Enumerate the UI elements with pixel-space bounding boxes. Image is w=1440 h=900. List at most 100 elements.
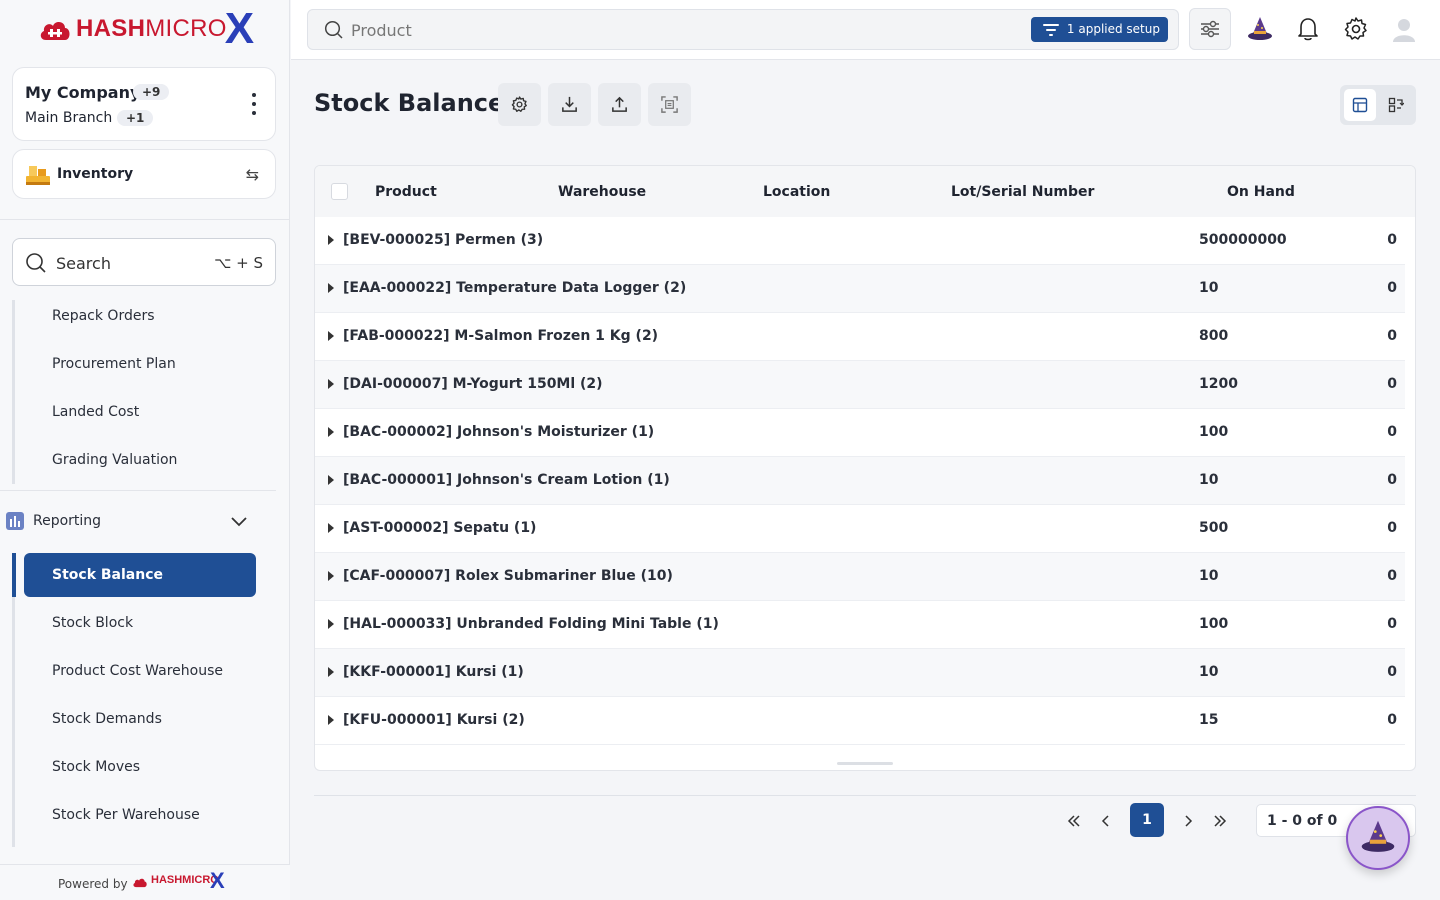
expand-caret-icon[interactable] — [328, 427, 334, 437]
company-switcher[interactable]: My Company +9 Main Branch +1 — [12, 67, 276, 141]
next-page-button[interactable] — [1176, 805, 1200, 837]
product-search-input[interactable] — [351, 19, 951, 41]
menu-item-stock-balance[interactable]: Stock Balance — [24, 553, 256, 597]
pivot-view-button[interactable] — [1380, 89, 1412, 121]
product-name-cell: [EAA-000022] Temperature Data Logger (2) — [343, 280, 687, 296]
upload-button[interactable] — [598, 83, 641, 126]
view-toggle — [1340, 85, 1416, 125]
select-all-checkbox[interactable] — [331, 183, 348, 200]
search-icon — [26, 253, 46, 273]
page-number-button[interactable]: 1 — [1130, 803, 1164, 837]
assistant-button[interactable] — [1346, 806, 1410, 870]
hashmicro-logo[interactable]: HASHMICRO X — [38, 7, 254, 51]
table-view-button[interactable] — [1344, 89, 1376, 121]
filter-settings-button[interactable] — [1189, 8, 1231, 50]
menu-section-reporting[interactable]: Reporting — [4, 508, 260, 536]
product-search[interactable]: 1 applied setup — [307, 9, 1179, 50]
column-header-location[interactable]: Location — [763, 184, 830, 200]
table-row[interactable]: [KKF-000001] Kursi (1) 10 0 — [315, 649, 1407, 697]
applied-setup-button[interactable]: 1 applied setup — [1030, 17, 1168, 42]
column-header-lot-serial[interactable]: Lot/Serial Number — [951, 184, 1094, 200]
column-header-warehouse[interactable]: Warehouse — [558, 184, 646, 200]
table-row[interactable]: [DAI-000007] M-Yogurt 150Ml (2) 1200 0 — [315, 361, 1407, 409]
module-switcher[interactable]: Inventory ⇆ — [12, 149, 276, 199]
wizard-hat-icon — [1361, 820, 1395, 852]
reserved-cell: 0 — [1387, 280, 1397, 296]
expand-caret-icon[interactable] — [328, 475, 334, 485]
sidebar-search[interactable]: Search ⌥ + S — [12, 238, 276, 286]
reporting-label: Reporting — [33, 513, 102, 529]
scan-button[interactable] — [648, 83, 691, 126]
column-header-product[interactable]: Product — [375, 184, 437, 200]
user-avatar-icon[interactable] — [1390, 15, 1418, 43]
on-hand-cell: 100 — [1199, 424, 1229, 440]
first-page-button[interactable] — [1062, 805, 1086, 837]
product-name-cell: [CAF-000007] Rolex Submariner Blue (10) — [343, 568, 673, 584]
table-row[interactable]: [BAC-000001] Johnson's Cream Lotion (1) 1… — [315, 457, 1407, 505]
gear-icon — [511, 96, 527, 112]
expand-caret-icon[interactable] — [328, 283, 334, 293]
reporting-chart-icon — [6, 512, 24, 530]
expand-caret-icon[interactable] — [328, 523, 334, 533]
branch-name: Main Branch — [25, 110, 113, 126]
double-chevron-right-icon — [1214, 815, 1227, 827]
menu-item-product-cost-warehouse[interactable]: Product Cost Warehouse — [52, 663, 223, 679]
menu-item-stock-per-warehouse[interactable]: Stock Per Warehouse — [52, 807, 200, 823]
table-row[interactable]: [HAL-000033] Unbranded Folding Mini Tabl… — [315, 601, 1407, 649]
table-header: Product Warehouse Location Lot/Serial Nu… — [315, 166, 1415, 217]
expand-caret-icon[interactable] — [328, 715, 334, 725]
table-row[interactable]: [CAF-000007] Rolex Submariner Blue (10) 1… — [315, 553, 1407, 601]
reserved-cell: 0 — [1387, 568, 1397, 584]
menu-item-label: Stock Balance — [52, 567, 164, 583]
sliders-icon — [1201, 20, 1219, 38]
menu-item-stock-block[interactable]: Stock Block — [52, 615, 133, 631]
column-header-on-hand[interactable]: On Hand — [1227, 184, 1295, 200]
table-row[interactable]: [AST-000002] Sepatu (1) 500 0 — [315, 505, 1407, 553]
powered-brand-x: X — [210, 868, 225, 893]
brand-name: HASHMICRO — [76, 15, 227, 42]
chevron-left-icon — [1101, 815, 1109, 827]
product-name-cell: [AST-000002] Sepatu (1) — [343, 520, 537, 536]
menu-item-stock-demands[interactable]: Stock Demands — [52, 711, 162, 727]
table-row[interactable]: [BAC-000002] Johnson's Moisturizer (1) 10… — [315, 409, 1407, 457]
report-settings-button[interactable] — [498, 83, 541, 126]
menu-item-landed-cost[interactable]: Landed Cost — [52, 404, 139, 420]
last-page-button[interactable] — [1208, 805, 1232, 837]
table-row[interactable]: [KFU-000001] Kursi (2) 15 0 — [315, 697, 1407, 745]
menu-item-procurement-plan[interactable]: Procurement Plan — [52, 356, 176, 372]
menu-item-stock-moves[interactable]: Stock Moves — [52, 759, 140, 775]
expand-caret-icon[interactable] — [328, 619, 334, 629]
expand-caret-icon[interactable] — [328, 667, 334, 677]
vertical-scrollbar[interactable] — [1405, 217, 1415, 747]
company-name: My Company — [25, 83, 141, 102]
on-hand-cell: 10 — [1199, 472, 1219, 488]
reserved-cell: 0 — [1387, 328, 1397, 344]
cloud-logo-icon — [133, 878, 147, 888]
chevron-down-icon — [231, 517, 247, 527]
reserved-cell: 0 — [1387, 712, 1397, 728]
top-bar: 1 applied setup — [291, 0, 1440, 60]
filter-lines-icon — [1042, 24, 1059, 36]
expand-caret-icon[interactable] — [328, 235, 334, 245]
table-view-icon — [1352, 97, 1368, 113]
more-options-icon[interactable] — [251, 93, 257, 115]
table-row[interactable]: [BEV-000025] Permen (3) 500000000 0 — [315, 217, 1407, 265]
switch-arrows-icon[interactable]: ⇆ — [246, 165, 259, 184]
expand-caret-icon[interactable] — [328, 379, 334, 389]
sidebar: HASHMICRO X My Company +9 Main Branch +1… — [0, 0, 290, 900]
expand-caret-icon[interactable] — [328, 331, 334, 341]
download-icon — [562, 96, 577, 112]
menu-item-grading-valuation[interactable]: Grading Valuation — [52, 452, 177, 468]
table-row[interactable]: [EAA-000022] Temperature Data Logger (2)… — [315, 265, 1407, 313]
download-button[interactable] — [548, 83, 591, 126]
table-row[interactable]: [FAB-000022] M-Salmon Frozen 1 Kg (2) 800… — [315, 313, 1407, 361]
previous-page-button[interactable] — [1094, 805, 1118, 837]
expand-caret-icon[interactable] — [328, 571, 334, 581]
wizard-hat-icon[interactable] — [1246, 15, 1274, 43]
bell-icon[interactable] — [1294, 15, 1322, 43]
horizontal-scroll-handle[interactable] — [837, 762, 893, 765]
on-hand-cell: 1200 — [1199, 376, 1238, 392]
menu-item-repack-orders[interactable]: Repack Orders — [52, 308, 155, 324]
product-name-cell: [BEV-000025] Permen (3) — [343, 232, 544, 248]
gear-icon[interactable] — [1342, 15, 1370, 43]
